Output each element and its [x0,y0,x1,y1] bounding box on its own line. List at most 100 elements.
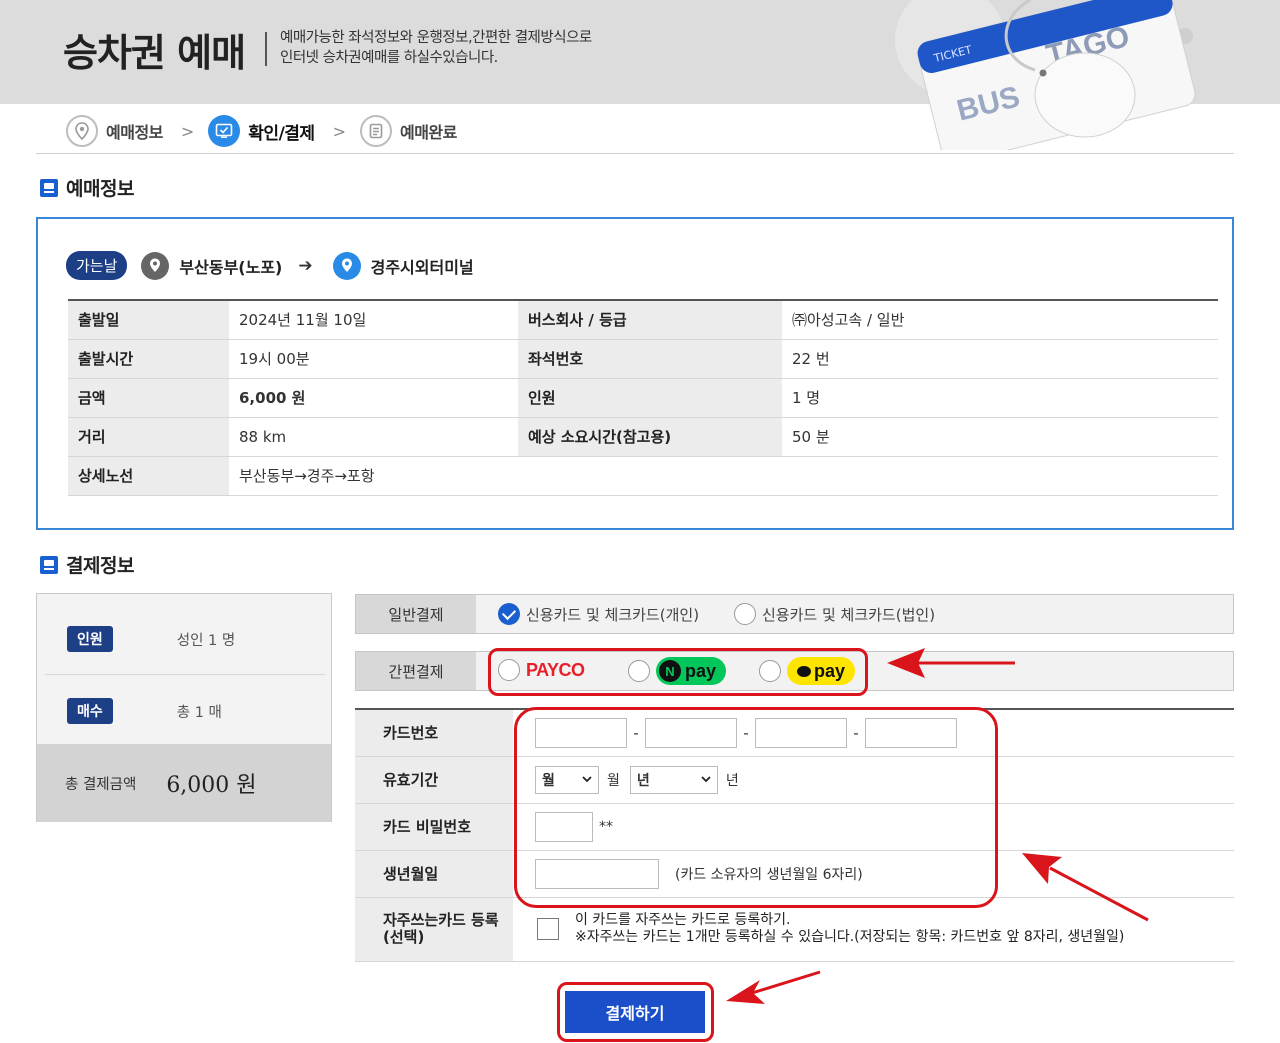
duration-value: 50 분 [782,417,1218,457]
birth-input[interactable] [535,858,659,889]
card-number-fields: --- [513,709,1234,757]
route-detail-value: 부산동부→경주→포항 [229,456,1218,496]
pin-icon [66,115,98,147]
option-label: 신용카드 및 체크카드(법인) [762,605,936,624]
distance-label: 거리 [68,417,229,457]
month-select[interactable]: 월 [535,765,599,794]
general-payment-label: 일반결제 [356,595,476,633]
card-number-input-1[interactable] [535,717,627,748]
expiry-row: 유효기간 월 월 년 년 [355,756,1234,804]
ticket-mouse-illustration: TICKET BUS TAGO [895,0,1196,150]
year-unit: 년 [725,772,739,789]
chevron-right-icon: > [180,121,195,141]
banner-desc-line2: 인터넷 승차권예매를 하실수있습니다. [280,50,498,66]
departure-time-value: 19시 00분 [229,339,518,379]
card-form: 카드번호 - - - 유효기간 월 월 년 년 카드 비밀번호 ** 생년월일 (카… [355,708,1234,962]
step-label: 확인/결제 [248,123,315,144]
option-payco[interactable]: PAYCO [498,659,585,681]
favorite-card-row: 자주쓰는카드 등록(선택) 이 카드를 자주쓰는 카드로 등록하기. ※자주쓰는… [355,897,1234,962]
radio-icon[interactable] [734,603,756,625]
naver-n-icon: N [659,660,681,682]
option-kakaopay[interactable]: pay [759,657,856,685]
price-value: 6,000 원 [229,378,518,418]
pin-suffix: ** [599,818,613,835]
summary-total: 총 결제금액 6,000 원 [37,744,331,822]
step-label: 예매정보 [106,123,163,142]
summary-count-row: 매수 총 1 매 [37,698,333,724]
table-row: 출발일 2024년 11월 10일 버스회사 / 등급 ㈜아성고속 / 일반 [68,300,1218,340]
payco-logo: PAYCO [526,659,585,680]
favorite-card-checkbox[interactable] [537,918,559,940]
table-row: 금액 6,000 원 인원 1 명 [68,378,1218,418]
reservation-box: 가는날 부산동부(노포) ➔ 경주시외터미널 출발일 2024년 11월 10일… [36,217,1234,530]
step-confirm-payment: 확인/결제 [208,115,315,147]
passengers-value: 1 명 [782,378,1218,418]
pay-button[interactable]: 결제하기 [565,991,705,1033]
pin-input[interactable] [535,811,593,842]
birth-row: 생년월일 (카드 소유자의 생년월일 6자리) [355,850,1234,898]
option-corporate-card[interactable]: 신용카드 및 체크카드(법인) [734,603,935,625]
count-value: 총 1 매 [176,704,222,721]
bus-company-value: ㈜아성고속 / 일반 [782,300,1218,340]
reservation-section-title: 예매정보 [40,174,134,201]
page-title: 승차권 예매 [63,31,246,75]
card-number-input-2[interactable] [645,717,737,748]
year-select[interactable]: 년 [629,765,718,794]
radio-checked-icon[interactable] [498,603,520,625]
card-number-label: 카드번호 [355,709,513,757]
origin-terminal: 부산동부(노포) [179,257,283,277]
speech-bubble-icon [797,665,811,677]
easy-payment-row: 간편결제 PAYCO N pay pay [355,651,1234,691]
origin-pin-icon [141,251,170,280]
seat-number-label: 좌석번호 [518,339,782,379]
table-row: 상세노선 부산동부→경주→포항 [68,456,1218,496]
favorite-card-note: 이 카드를 자주쓰는 카드로 등록하기. ※자주쓰는 카드는 1개만 등록하실 … [575,912,1124,946]
arrow-right-icon: ➔ [298,255,313,276]
departure-date-value: 2024년 11월 10일 [229,300,518,340]
duration-label: 예상 소요시간(참고용) [518,417,782,457]
section-heading: 결제정보 [66,555,134,577]
bus-icon [40,178,58,197]
radio-icon[interactable] [759,660,781,682]
expiry-fields: 월 월 년 년 [513,756,1234,804]
bus-icon [40,555,58,574]
expiry-label: 유효기간 [355,756,513,804]
favorite-card-fields: 이 카드를 자주쓰는 카드로 등록하기. ※자주쓰는 카드는 1개만 등록하실 … [513,897,1234,962]
route-detail-label: 상세노선 [68,456,229,496]
seat-number-value: 22 번 [782,339,1218,379]
naverpay-text: pay [685,660,717,681]
banner-description: 예매가능한 좌석정보와 운행정보,간편한 결제방식으로 인터넷 승차권예매를 하… [280,28,640,68]
payment-summary: 인원 성인 1 명 매수 총 1 매 총 결제금액 6,000 원 [36,593,332,822]
option-personal-card[interactable]: 신용카드 및 체크카드(개인) [498,603,699,625]
radio-icon[interactable] [498,659,520,681]
progress-steps: 예매정보 > 확인/결제 > 예매완료 [66,113,457,149]
birth-hint: (카드 소유자의 생년월일 6자리) [675,866,863,883]
month-select-value: 월 [542,772,555,789]
passengers-label: 인원 [518,378,782,418]
kakaopay-logo: pay [787,657,856,685]
banner-desc-line1: 예매가능한 좌석정보와 운행정보,간편한 결제방식으로 [280,30,592,46]
table-row: 출발시간 19시 00분 좌석번호 22 번 [68,339,1218,379]
count-badge: 매수 [67,698,113,724]
total-label: 총 결제금액 [65,776,137,793]
option-label: 신용카드 및 체크카드(개인) [526,605,700,624]
summary-people-row: 인원 성인 1 명 [37,626,333,652]
birth-fields: (카드 소유자의 생년월일 6자리) [513,850,1234,898]
chevron-down-icon [701,776,711,783]
pin-fields: ** [513,803,1234,851]
trip-badge: 가는날 [66,251,128,280]
card-number-input-3[interactable] [755,717,847,748]
favorite-card-option: 이 카드를 자주쓰는 카드로 등록하기. ※자주쓰는 카드는 1개만 등록하실 … [537,912,1234,946]
people-value: 성인 1 명 [176,632,236,649]
dash: - [633,723,639,742]
chevron-down-icon [582,776,592,783]
route-summary: 가는날 부산동부(노포) ➔ 경주시외터미널 [66,251,474,280]
favorite-card-notice: ※자주쓰는 카드는 1개만 등록하실 수 있습니다.(저장되는 항목: 카드번호… [575,929,1125,945]
option-naverpay[interactable]: N pay [628,657,727,685]
card-number-input-4[interactable] [865,717,957,748]
step-label: 예매완료 [399,123,457,142]
people-badge: 인원 [67,626,113,652]
birth-label: 생년월일 [355,850,513,898]
table-row: 거리 88 km 예상 소요시간(참고용) 50 분 [68,417,1218,457]
radio-icon[interactable] [628,660,650,682]
